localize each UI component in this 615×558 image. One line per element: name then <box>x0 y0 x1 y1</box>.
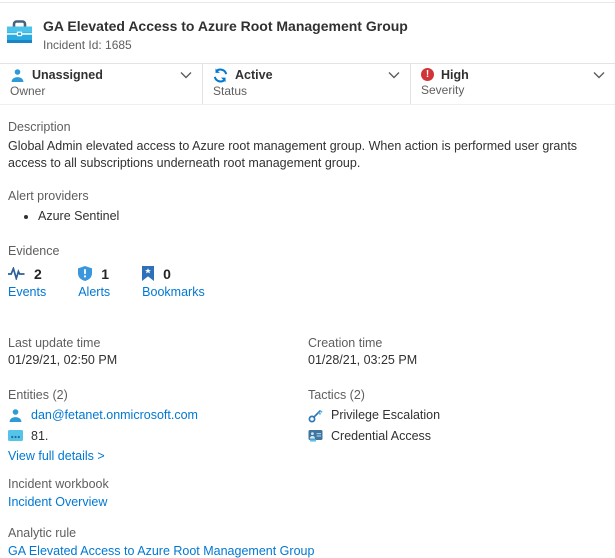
evidence-section: Evidence 2 Events 1 <box>0 244 615 299</box>
id-card-icon <box>308 429 323 442</box>
status-label: Status <box>213 84 400 98</box>
entities-tactics-section: Entities (2) dan@fetanet.onmicrosoft.com… <box>0 388 615 463</box>
refresh-icon <box>213 68 228 83</box>
alert-providers-list: Azure Sentinel <box>8 208 607 226</box>
incident-id: Incident Id: 1685 <box>43 38 408 52</box>
incident-controls-row: Unassigned Owner Active Stat <box>0 63 615 105</box>
events-link[interactable]: Events <box>8 285 46 299</box>
briefcase-icon <box>6 20 33 45</box>
creation-time-value: 01/28/21, 03:25 PM <box>308 353 607 367</box>
ip-address-icon <box>8 430 23 441</box>
alert-providers-section: Alert providers Azure Sentinel <box>0 189 615 226</box>
entity-row-ip[interactable]: 81. <box>8 429 308 443</box>
analytic-rule-link[interactable]: GA Elevated Access to Azure Root Managem… <box>8 544 314 558</box>
chevron-down-icon <box>380 71 400 79</box>
alert-circle-icon: ! <box>421 68 434 81</box>
creation-time-label: Creation time <box>308 336 607 350</box>
analytic-rule-section: Analytic rule GA Elevated Access to Azur… <box>0 526 615 558</box>
person-icon <box>10 68 25 83</box>
entities-column: Entities (2) dan@fetanet.onmicrosoft.com… <box>8 388 308 463</box>
times-section: Last update time 01/29/21, 02:50 PM Crea… <box>0 336 615 367</box>
incident-header: GA Elevated Access to Azure Root Managem… <box>0 3 615 63</box>
incident-title: GA Elevated Access to Azure Root Managem… <box>43 18 408 36</box>
description-section: Description Global Admin elevated access… <box>0 120 615 174</box>
severity-label: Severity <box>421 83 605 97</box>
bookmark-star-icon <box>142 266 154 281</box>
entity-row-account[interactable]: dan@fetanet.onmicrosoft.com <box>8 408 308 423</box>
key-icon <box>308 408 323 423</box>
evidence-label: Evidence <box>8 244 607 258</box>
person-icon <box>8 408 23 423</box>
analytic-rule-label: Analytic rule <box>8 526 607 540</box>
events-count: 2 <box>34 266 42 282</box>
alerts-count: 1 <box>101 266 109 282</box>
incident-overview-link[interactable]: Incident Overview <box>8 495 107 509</box>
alerts-link[interactable]: Alerts <box>78 285 110 299</box>
view-full-details-link[interactable]: View full details > <box>8 449 105 463</box>
owner-label: Owner <box>10 84 192 98</box>
status-dropdown[interactable]: Active Status <box>202 64 410 104</box>
description-label: Description <box>8 120 607 134</box>
incident-title-block: GA Elevated Access to Azure Root Managem… <box>43 18 408 52</box>
entity-ip-text: 81. <box>31 429 48 443</box>
owner-dropdown[interactable]: Unassigned Owner <box>0 64 202 104</box>
chevron-down-icon <box>585 71 605 79</box>
tactics-label: Tactics (2) <box>308 388 607 402</box>
creation-time: Creation time 01/28/21, 03:25 PM <box>308 336 607 367</box>
severity-value: High <box>441 68 469 82</box>
bookmarks-stat[interactable]: 0 Bookmarks <box>142 266 205 299</box>
bookmarks-link[interactable]: Bookmarks <box>142 285 205 299</box>
incident-workbook-label: Incident workbook <box>8 477 607 491</box>
entity-account-link[interactable]: dan@fetanet.onmicrosoft.com <box>31 408 198 422</box>
alerts-stat[interactable]: 1 Alerts <box>78 266 110 299</box>
shield-alert-icon <box>78 266 92 281</box>
pulse-icon <box>8 267 25 280</box>
tactic-credential-access: Credential Access <box>331 429 431 443</box>
tactic-row-credential-access: Credential Access <box>308 429 607 443</box>
tactic-row-privilege-escalation: Privilege Escalation <box>308 408 607 423</box>
events-stat[interactable]: 2 Events <box>8 266 46 299</box>
alert-providers-label: Alert providers <box>8 189 607 203</box>
severity-dropdown[interactable]: ! High Severity <box>410 64 615 104</box>
status-value: Active <box>235 68 273 82</box>
incident-workbook-section: Incident workbook Incident Overview <box>0 477 615 509</box>
last-update-label: Last update time <box>8 336 308 350</box>
chevron-down-icon <box>172 71 192 79</box>
incident-details-panel: GA Elevated Access to Azure Root Managem… <box>0 2 615 552</box>
owner-value: Unassigned <box>32 68 103 82</box>
alert-provider-item: Azure Sentinel <box>38 208 607 226</box>
evidence-stats: 2 Events 1 Alerts <box>8 266 607 299</box>
entities-label: Entities (2) <box>8 388 308 402</box>
last-update-time: Last update time 01/29/21, 02:50 PM <box>8 336 308 367</box>
last-update-value: 01/29/21, 02:50 PM <box>8 353 308 367</box>
bookmarks-count: 0 <box>163 266 171 282</box>
tactic-privilege-escalation: Privilege Escalation <box>331 408 440 422</box>
tactics-column: Tactics (2) Privilege Escalation <box>308 388 607 463</box>
description-text: Global Admin elevated access to Azure ro… <box>8 138 607 174</box>
